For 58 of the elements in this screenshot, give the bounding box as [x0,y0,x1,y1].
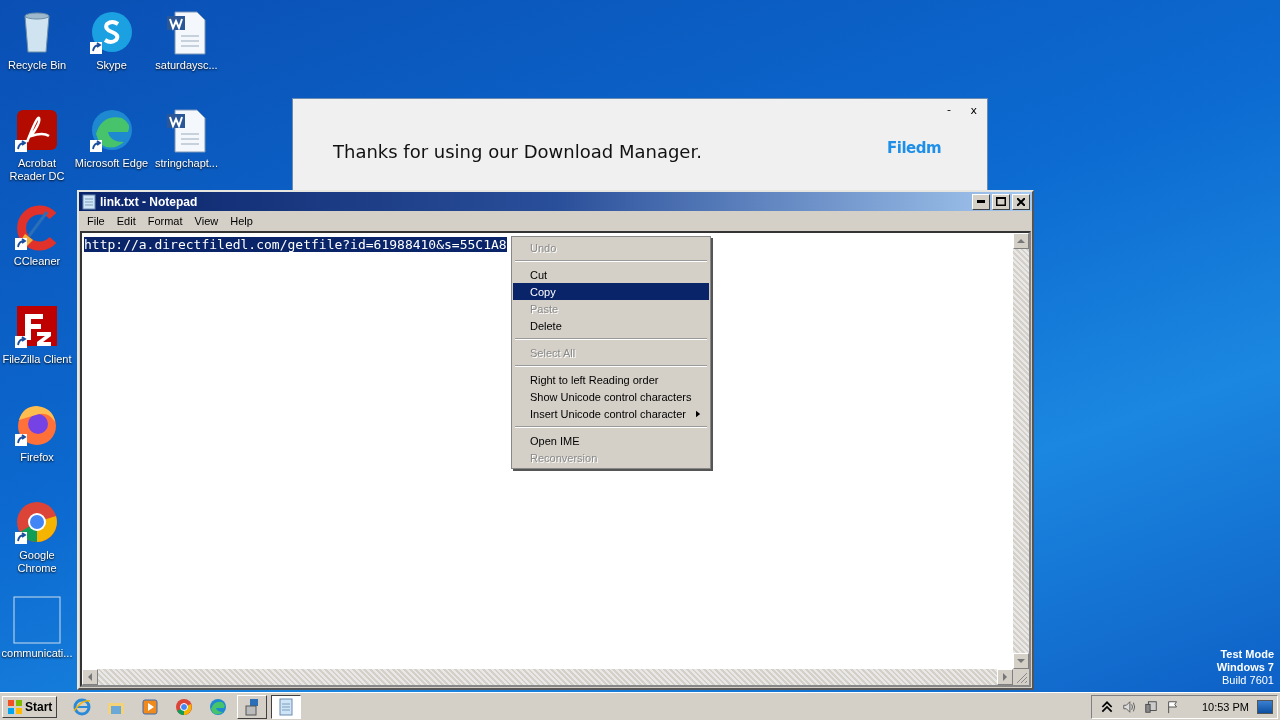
menu-item[interactable]: View [188,215,225,227]
desktop-shortcut[interactable]: Recycle Bin [0,6,74,92]
close-icon [1017,197,1025,206]
desktop-shortcut[interactable]: Firefox [0,398,74,484]
left-arrow-icon[interactable] [88,673,92,681]
notepad-icon [81,193,97,210]
clock[interactable]: 10:53 PM [1201,700,1249,713]
watermark-text: Windows 7 [1216,661,1274,674]
menu-item[interactable]: Delete [513,317,709,334]
right-arrow-icon[interactable] [1003,673,1007,681]
minimize-button[interactable]: - [947,103,951,116]
menu-item[interactable]: Help [224,215,259,227]
menu-item[interactable]: Insert Unicode control character [513,405,709,422]
menu-item[interactable]: Copy [513,283,709,300]
menu-item[interactable]: Edit [110,215,142,227]
taskbar-app-button[interactable] [271,694,302,719]
desktop-shortcut[interactable]: FileZilla Client [0,300,74,386]
horizontal-scrollbar[interactable] [82,669,1013,685]
browser-icon [72,696,93,717]
desktop-shortcut[interactable]: Acrobat Reader DC [0,104,74,190]
maximize-button[interactable] [992,193,1010,210]
popup-message: Thanks for using our Download Manager. [333,141,702,162]
play-icon [140,696,161,717]
show-desktop-button[interactable] [1257,699,1273,714]
vertical-scrollbar[interactable] [1013,233,1029,669]
menu-item[interactable]: File [81,215,111,227]
menu-item[interactable]: Right to left Reading order [513,371,709,388]
browser-icon [208,696,229,717]
menu-item[interactable]: Open IME [513,432,709,449]
minimize-icon [977,200,985,203]
flag-icon[interactable] [1165,699,1180,714]
desktop-shortcut[interactable]: Google Chrome [0,496,74,582]
desktop-shortcut[interactable]: saturdaysc... [149,6,224,92]
menu-item[interactable]: Format [141,215,189,227]
menu-item[interactable]: Cut [513,266,709,283]
browser-icon [174,696,195,717]
desktop-shortcut[interactable]: stringchapt... [149,104,224,190]
show-hidden-icons-icon[interactable] [1099,699,1114,714]
windows-logo-icon [7,698,23,715]
desktop-shortcut[interactable]: Skype [74,6,149,92]
desktop-shortcut[interactable]: communicati... [0,594,74,680]
desktop-shortcut[interactable]: CCleaner [0,202,74,288]
watermark-text: Build 7601 [1222,674,1274,687]
up-arrow-icon[interactable] [1017,239,1025,243]
down-arrow-icon[interactable] [1017,659,1025,663]
start-button[interactable]: Start [2,695,58,718]
speaker-icon[interactable] [1121,699,1136,714]
brand-logo: Filedm [887,139,942,157]
close-button[interactable] [1012,193,1030,210]
close-button[interactable]: x [970,104,977,117]
maximize-icon [996,197,1006,206]
network-icon[interactable] [1143,699,1158,714]
blank-file-icon [13,596,61,644]
minimize-button[interactable] [972,193,990,210]
menu-item[interactable]: Show Unicode control characters [513,388,709,405]
window-title: link.txt - Notepad [100,194,199,209]
desktop-shortcut[interactable]: Microsoft Edge [74,104,149,190]
watermark-text: Test Mode [1220,648,1274,661]
